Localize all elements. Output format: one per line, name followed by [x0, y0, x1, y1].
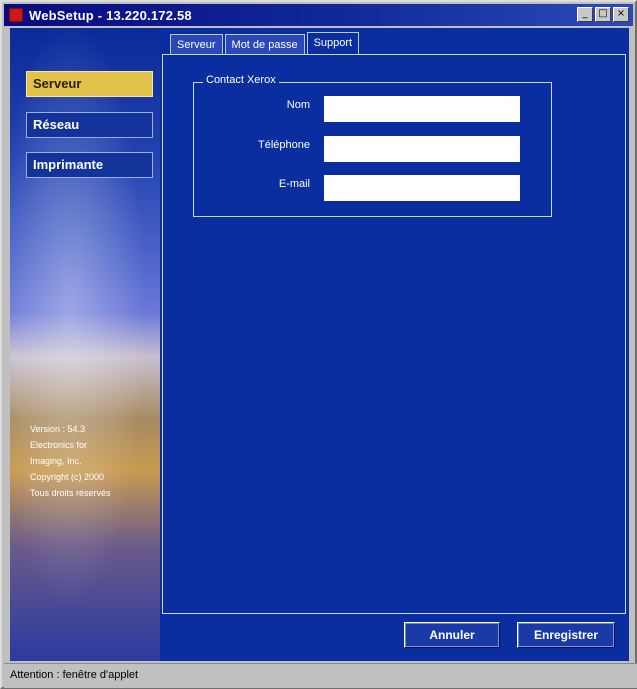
email-field[interactable]: [324, 175, 520, 201]
title-bar[interactable]: WebSetup - 13.220.172.58 _ □ ×: [4, 4, 633, 26]
app-icon: [9, 8, 23, 22]
tab-mot-de-passe[interactable]: Mot de passe: [224, 34, 305, 54]
phone-label: Téléphone: [258, 139, 310, 151]
close-button[interactable]: ×: [613, 7, 629, 22]
applet-content: Serveur Réseau Imprimante Version : 54.3…: [10, 28, 629, 661]
window-title: WebSetup - 13.220.172.58: [29, 7, 192, 23]
phone-field[interactable]: [324, 136, 520, 162]
version-line: Version : 54.3: [30, 424, 86, 434]
minimize-button[interactable]: _: [577, 7, 593, 22]
cancel-button[interactable]: Annuler: [404, 622, 500, 648]
contact-legend: Contact Xerox: [203, 74, 279, 86]
app-window: WebSetup - 13.220.172.58 _ □ × Serveur R…: [0, 0, 637, 689]
name-field[interactable]: [324, 96, 520, 122]
tab-bar: Serveur Mot de passe Support: [170, 32, 361, 54]
company-line: Electronics for: [30, 440, 88, 450]
save-button[interactable]: Enregistrer: [517, 622, 615, 648]
window-controls: _ □ ×: [577, 7, 629, 22]
email-label: E-mail: [278, 178, 310, 190]
tab-support[interactable]: Support: [306, 32, 360, 54]
status-bar: Attention : fenêtre d'applet: [4, 663, 637, 688]
version-info: Version : 54.3 Electronics for Imaging, …: [30, 421, 155, 501]
tab-serveur[interactable]: Serveur: [170, 34, 223, 54]
sidebar-item-serveur[interactable]: Serveur: [26, 71, 153, 97]
company-line-2: Imaging, Inc.: [30, 456, 82, 466]
rights-line: Tous droits réservés: [30, 488, 111, 498]
sidebar-item-reseau[interactable]: Réseau: [26, 112, 153, 138]
name-label: Nom: [286, 99, 310, 111]
copyright-line: Copyright (c) 2000: [30, 472, 105, 482]
sidebar-item-imprimante[interactable]: Imprimante: [26, 152, 153, 178]
maximize-button[interactable]: □: [595, 7, 611, 22]
